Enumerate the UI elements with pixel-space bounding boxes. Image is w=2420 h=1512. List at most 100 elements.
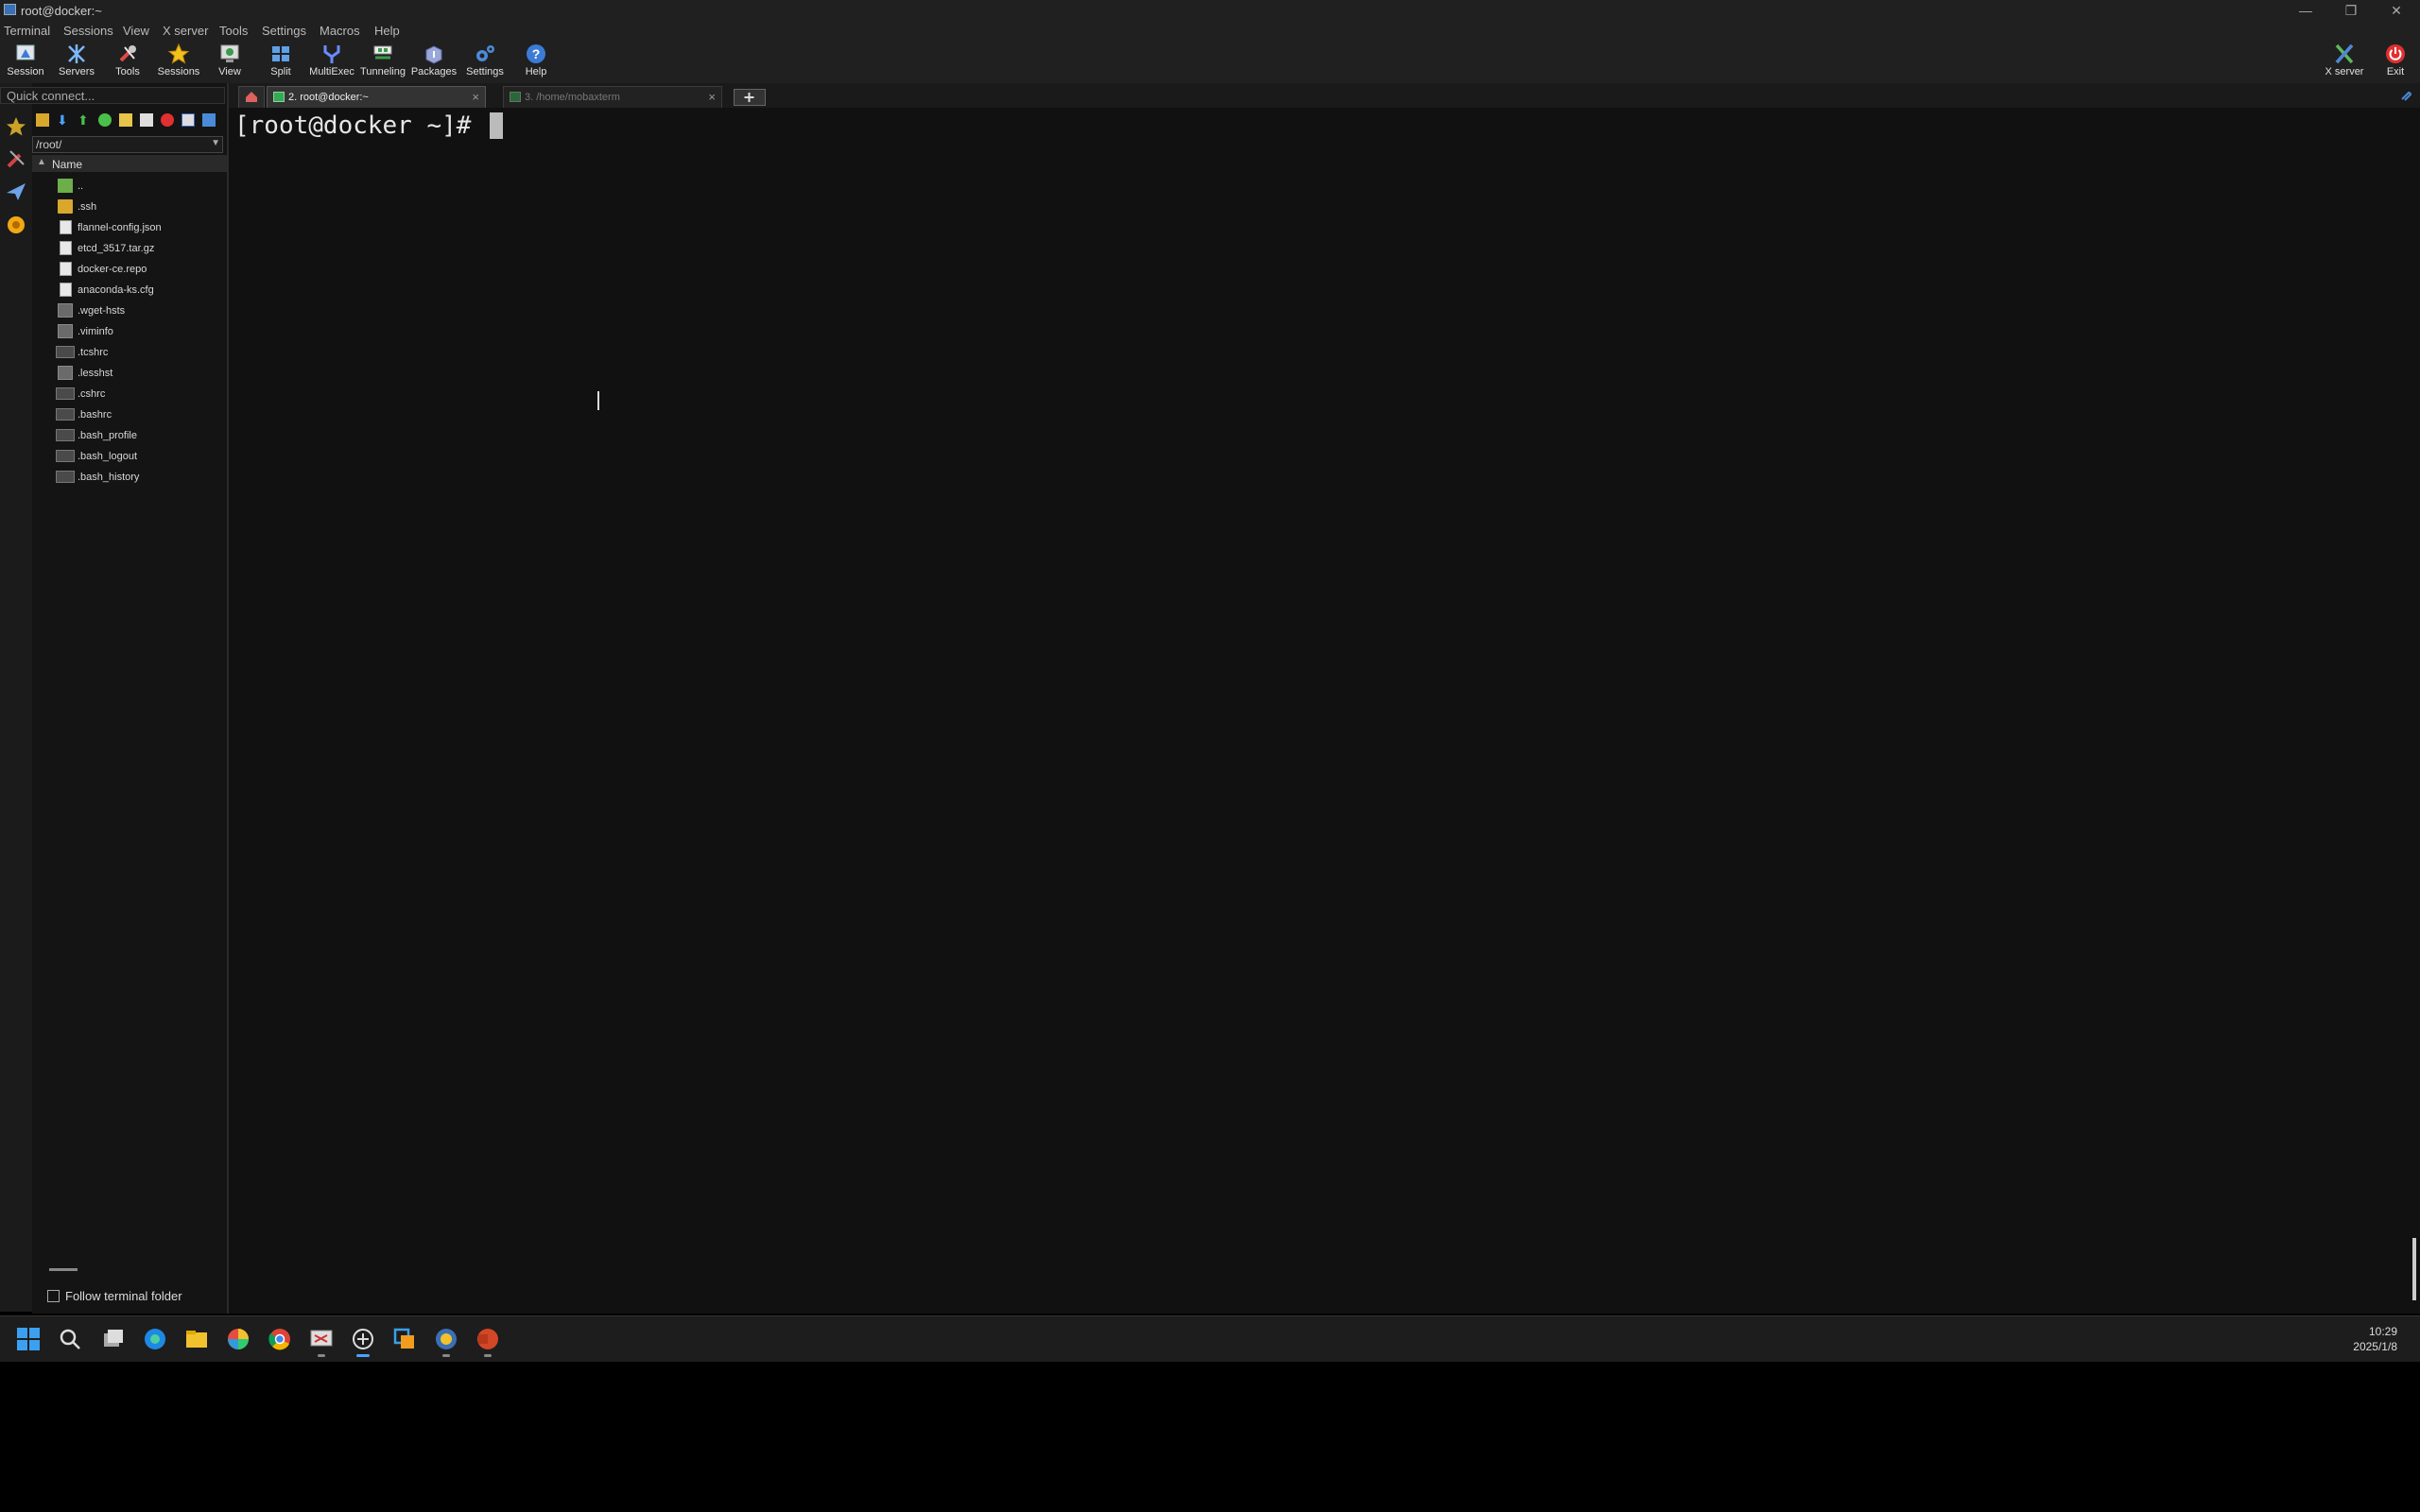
new-file-icon[interactable] xyxy=(140,113,153,127)
terminal-scrollbar[interactable] xyxy=(2412,1238,2416,1300)
vmware-taskbar-button[interactable] xyxy=(350,1326,376,1357)
menu-sessions[interactable]: Sessions xyxy=(63,24,113,38)
file-row[interactable]: .wget-hsts xyxy=(32,301,227,321)
title-bar: root@docker:~ — ❐ ✕ xyxy=(0,0,2420,21)
refresh-icon[interactable] xyxy=(98,113,112,127)
file-row[interactable]: etcd_3517.tar.gz xyxy=(32,238,227,259)
tunneling-icon xyxy=(373,45,392,60)
rename-icon[interactable] xyxy=(182,113,195,127)
system-clock[interactable]: 10:29 2025/1/8 xyxy=(2353,1324,2397,1354)
tools-side-icon[interactable] xyxy=(3,146,29,172)
file-icon xyxy=(56,387,75,400)
split-icon xyxy=(272,46,289,61)
color-picker-icon[interactable] xyxy=(225,1326,251,1352)
chrome-icon[interactable] xyxy=(267,1326,293,1352)
file-name: .bashrc xyxy=(78,409,112,421)
file-row[interactable]: .lesshst xyxy=(32,363,227,384)
quick-connect-input[interactable]: Quick connect... xyxy=(0,87,225,104)
path-field[interactable]: /root/▼ xyxy=(32,136,223,153)
file-row[interactable]: .bashrc xyxy=(32,404,227,425)
file-icon xyxy=(58,324,73,338)
upload-icon[interactable]: ⬆ xyxy=(78,113,91,127)
file-icon xyxy=(60,220,72,234)
gear-icon xyxy=(476,45,494,61)
file-row[interactable]: .bash_history xyxy=(32,467,227,488)
sftp-browser: Quick connect... ⬇ ⬆ /root/▼ ▲ Name .. .ss… xyxy=(0,83,229,1314)
app-taskbar-button[interactable] xyxy=(433,1326,459,1357)
menu-x-server[interactable]: X server xyxy=(163,24,208,38)
view-button[interactable]: View xyxy=(205,40,254,83)
x-server-button[interactable]: X server xyxy=(2318,40,2371,83)
mouse-ibeam-cursor xyxy=(597,391,599,410)
file-name: .ssh xyxy=(78,201,97,213)
sftp-icon[interactable] xyxy=(3,212,29,238)
tab-close-icon[interactable]: × xyxy=(708,90,716,104)
chevron-down-icon[interactable]: ▼ xyxy=(211,138,220,148)
sessions-star-icon[interactable] xyxy=(3,113,29,140)
menu-help[interactable]: Help xyxy=(374,24,400,38)
sessions-button[interactable]: Sessions xyxy=(154,40,203,83)
file-row[interactable]: .ssh xyxy=(32,197,227,217)
file-row[interactable]: .tcshrc xyxy=(32,342,227,363)
virtual-machine-icon[interactable] xyxy=(391,1326,418,1352)
file-row[interactable]: .cshrc xyxy=(32,384,227,404)
tab-close-icon[interactable]: × xyxy=(472,90,479,104)
file-row[interactable]: .bash_logout xyxy=(32,446,227,467)
task-view-icon[interactable] xyxy=(100,1326,127,1352)
powerpoint-taskbar-button[interactable] xyxy=(475,1326,501,1357)
file-explorer-icon[interactable] xyxy=(183,1326,210,1352)
new-folder-icon[interactable] xyxy=(119,113,132,127)
file-row[interactable]: .bash_profile xyxy=(32,425,227,446)
session-button[interactable]: Session xyxy=(1,40,50,83)
menu-settings[interactable]: Settings xyxy=(262,24,306,38)
terminal-pane[interactable]: [root@docker ~]# xyxy=(229,108,2420,1314)
tools-button[interactable]: Tools xyxy=(103,40,152,83)
file-row[interactable]: flannel-config.json xyxy=(32,217,227,238)
delete-icon[interactable] xyxy=(161,113,174,127)
packages-button[interactable]: Packages xyxy=(409,40,458,83)
start-icon[interactable] xyxy=(15,1326,42,1352)
split-button[interactable]: Split xyxy=(256,40,305,83)
file-icon xyxy=(60,262,72,276)
multiexec-button[interactable]: MultiExec xyxy=(307,40,356,83)
mobaxterm-taskbar-button[interactable] xyxy=(308,1326,335,1357)
file-name: etcd_3517.tar.gz xyxy=(78,243,155,254)
menu-view[interactable]: View xyxy=(123,24,149,38)
servers-button[interactable]: Servers xyxy=(52,40,101,83)
file-row[interactable]: docker-ce.repo xyxy=(32,259,227,280)
file-row[interactable]: anaconda-ks.cfg xyxy=(32,280,227,301)
search-icon[interactable] xyxy=(57,1326,83,1352)
tab-home[interactable] xyxy=(238,86,265,108)
menu-tools[interactable]: Tools xyxy=(219,24,248,38)
star-icon xyxy=(167,43,190,64)
tab-root-docker[interactable]: 2. root@docker:~ × xyxy=(267,86,486,108)
close-button[interactable]: ✕ xyxy=(2375,0,2418,21)
macros-send-icon[interactable] xyxy=(3,178,29,204)
toggle-view-icon[interactable] xyxy=(202,113,216,127)
sidebar-scrollbar[interactable] xyxy=(49,1268,78,1271)
edge-icon[interactable] xyxy=(142,1326,168,1352)
toolbar: Session Servers Tools Sessions View Spli… xyxy=(0,40,2420,83)
parent-folder-icon[interactable] xyxy=(36,113,49,127)
tunneling-button[interactable]: Tunneling xyxy=(358,40,407,83)
home-icon xyxy=(246,92,257,102)
attach-icon[interactable] xyxy=(2399,89,2412,102)
file-name: .viminfo xyxy=(78,326,113,337)
follow-terminal-folder-checkbox[interactable]: Follow terminal folder xyxy=(47,1289,182,1303)
settings-button[interactable]: Settings xyxy=(460,40,510,83)
new-tab-button[interactable] xyxy=(734,89,766,106)
help-button[interactable]: ? Help xyxy=(511,40,561,83)
download-icon[interactable]: ⬇ xyxy=(57,113,70,127)
file-icon xyxy=(60,283,72,297)
maximize-button[interactable]: ❐ xyxy=(2329,0,2373,21)
file-row[interactable]: .. xyxy=(32,176,227,197)
minimize-button[interactable]: — xyxy=(2284,0,2327,21)
exit-button[interactable]: Exit xyxy=(2371,40,2420,83)
mobaxterm-icon xyxy=(310,1330,333,1347)
menu-terminal[interactable]: Terminal xyxy=(4,24,50,38)
column-header-name[interactable]: ▲ Name xyxy=(32,155,227,172)
tab-home-mobaxterm[interactable]: 3. /home/mobaxterm × xyxy=(503,86,722,108)
menu-macros[interactable]: Macros xyxy=(320,24,360,38)
file-row[interactable]: .viminfo xyxy=(32,321,227,342)
app-circle-icon xyxy=(436,1329,457,1349)
